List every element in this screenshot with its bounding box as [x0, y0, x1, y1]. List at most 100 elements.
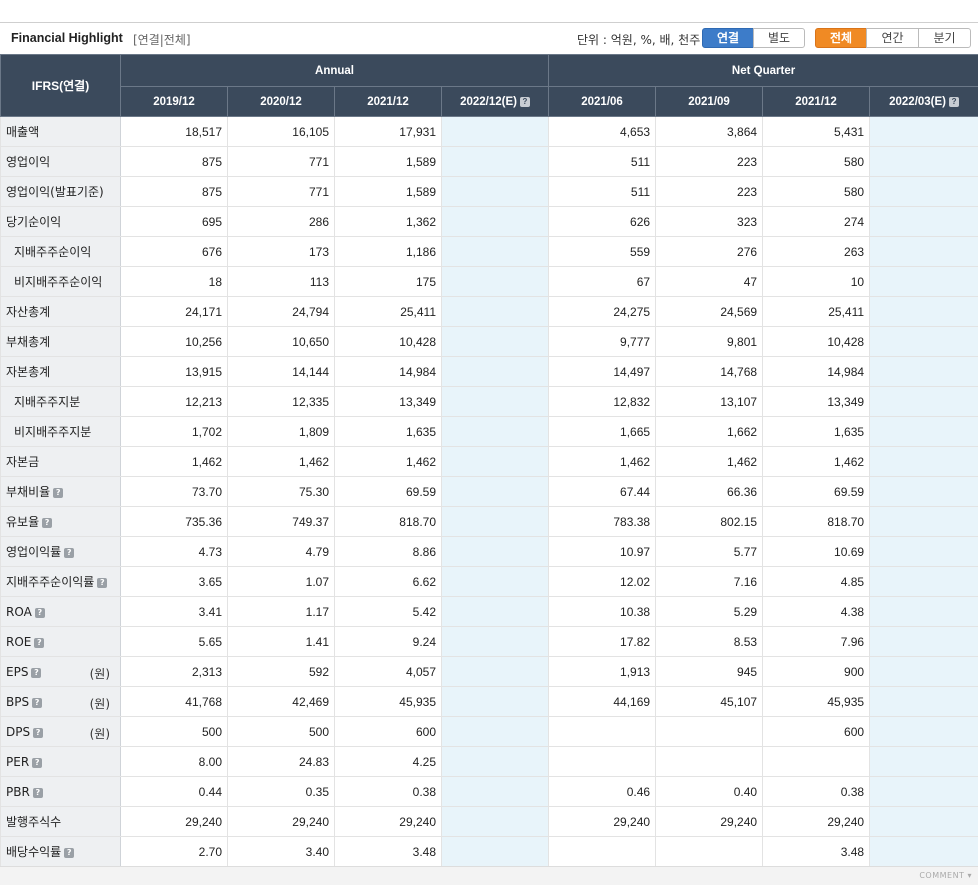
table-row: DPS?(원)500500600600: [1, 717, 978, 747]
table-cell: [870, 567, 978, 597]
table-row: ROE?5.651.419.2417.828.537.96: [1, 627, 978, 657]
help-icon[interactable]: ?: [32, 698, 42, 708]
table-cell: 5.65: [121, 627, 228, 657]
table-row: PBR?0.440.350.380.460.400.38: [1, 777, 978, 807]
help-icon[interactable]: ?: [42, 518, 52, 528]
column-header: 2022/12(E)?: [442, 87, 549, 117]
table-cell: 10.97: [549, 537, 656, 567]
table-row: 비지배주주순이익18113175674710: [1, 267, 978, 297]
table-cell: 173: [228, 237, 335, 267]
help-icon[interactable]: ?: [949, 97, 959, 107]
table-cell: 3.65: [121, 567, 228, 597]
table-cell: 29,240: [763, 807, 870, 837]
table-cell: 24.83: [228, 747, 335, 777]
table-cell: [442, 447, 549, 477]
table-row: 배당수익률?2.703.403.483.48: [1, 837, 978, 867]
row-label: BPS?(원): [1, 687, 121, 717]
table-cell: 69.59: [335, 477, 442, 507]
help-icon[interactable]: ?: [33, 788, 43, 798]
help-icon[interactable]: ?: [64, 548, 74, 558]
table-cell: 2.70: [121, 837, 228, 867]
tab-consolidated[interactable]: 연결: [702, 28, 754, 48]
table-cell: 3,864: [656, 117, 763, 147]
table-cell: [442, 327, 549, 357]
table-row: PER?8.0024.834.25: [1, 747, 978, 777]
table-cell: 4.79: [228, 537, 335, 567]
table-cell: [442, 147, 549, 177]
corner-header: IFRS(연결): [1, 55, 121, 117]
table-row: 매출액18,51716,10517,9314,6533,8645,431: [1, 117, 978, 147]
table-cell: 1,589: [335, 177, 442, 207]
table-cell: 14,768: [656, 357, 763, 387]
table-cell: 3.48: [763, 837, 870, 867]
help-icon[interactable]: ?: [53, 488, 63, 498]
table-cell: [442, 837, 549, 867]
table-cell: [442, 537, 549, 567]
tab-annual[interactable]: 연간: [866, 28, 919, 48]
row-label: 부채총계: [1, 327, 121, 357]
table-cell: [870, 747, 978, 777]
column-header: 2021/09: [656, 87, 763, 117]
table-cell: 818.70: [763, 507, 870, 537]
help-icon[interactable]: ?: [33, 728, 43, 738]
tab-all[interactable]: 전체: [815, 28, 867, 48]
row-label-text: EPS: [6, 665, 28, 679]
row-label-text: 비지배주주지분: [14, 425, 91, 439]
table-cell: [870, 447, 978, 477]
table-cell: [442, 267, 549, 297]
table-cell: 10,650: [228, 327, 335, 357]
table-cell: 45,107: [656, 687, 763, 717]
column-header-label: 2021/12: [367, 96, 409, 108]
row-label-text: 자산총계: [6, 305, 50, 319]
table-cell: [442, 807, 549, 837]
table-cell: [549, 837, 656, 867]
table-cell: 12,832: [549, 387, 656, 417]
table-cell: 783.38: [549, 507, 656, 537]
help-icon[interactable]: ?: [32, 758, 42, 768]
help-icon[interactable]: ?: [520, 97, 530, 107]
table-cell: [442, 477, 549, 507]
row-label: 지배주주순이익: [1, 237, 121, 267]
tab-separate[interactable]: 별도: [753, 28, 805, 48]
row-label: PBR?: [1, 777, 121, 807]
table-cell: 592: [228, 657, 335, 687]
table-cell: 10.69: [763, 537, 870, 567]
table-cell: 1,913: [549, 657, 656, 687]
table-cell: 5,431: [763, 117, 870, 147]
table-cell: 0.38: [763, 777, 870, 807]
table-cell: 223: [656, 147, 763, 177]
table-cell: 24,794: [228, 297, 335, 327]
help-icon[interactable]: ?: [34, 638, 44, 648]
table-cell: [870, 627, 978, 657]
table-cell: 29,240: [656, 807, 763, 837]
help-icon[interactable]: ?: [35, 608, 45, 618]
column-header-label: 2021/09: [688, 96, 730, 108]
table-cell: [870, 387, 978, 417]
table-cell: 5.77: [656, 537, 763, 567]
row-label: 영업이익률?: [1, 537, 121, 567]
table-cell: [870, 327, 978, 357]
help-icon[interactable]: ?: [31, 668, 41, 678]
tab-quarter[interactable]: 분기: [918, 28, 971, 48]
comment-toggle[interactable]: COMMENT ▾: [919, 871, 972, 880]
row-unit: (원): [90, 665, 110, 682]
table-cell: [656, 717, 763, 747]
table-row: BPS?(원)41,76842,46945,93544,16945,10745,…: [1, 687, 978, 717]
table-cell: [442, 387, 549, 417]
table-cell: 1,809: [228, 417, 335, 447]
table-cell: 0.35: [228, 777, 335, 807]
row-label-text: PER: [6, 755, 29, 769]
table-cell: 9.24: [335, 627, 442, 657]
help-icon[interactable]: ?: [97, 578, 107, 588]
row-unit: (원): [90, 695, 110, 712]
table-cell: 42,469: [228, 687, 335, 717]
table-cell: 1,635: [335, 417, 442, 447]
table-cell: 4,653: [549, 117, 656, 147]
table-cell: 559: [549, 237, 656, 267]
help-icon[interactable]: ?: [64, 848, 74, 858]
table-cell: 67.44: [549, 477, 656, 507]
table-cell: 66.36: [656, 477, 763, 507]
table-cell: 25,411: [763, 297, 870, 327]
table-cell: 24,569: [656, 297, 763, 327]
table-cell: [442, 717, 549, 747]
